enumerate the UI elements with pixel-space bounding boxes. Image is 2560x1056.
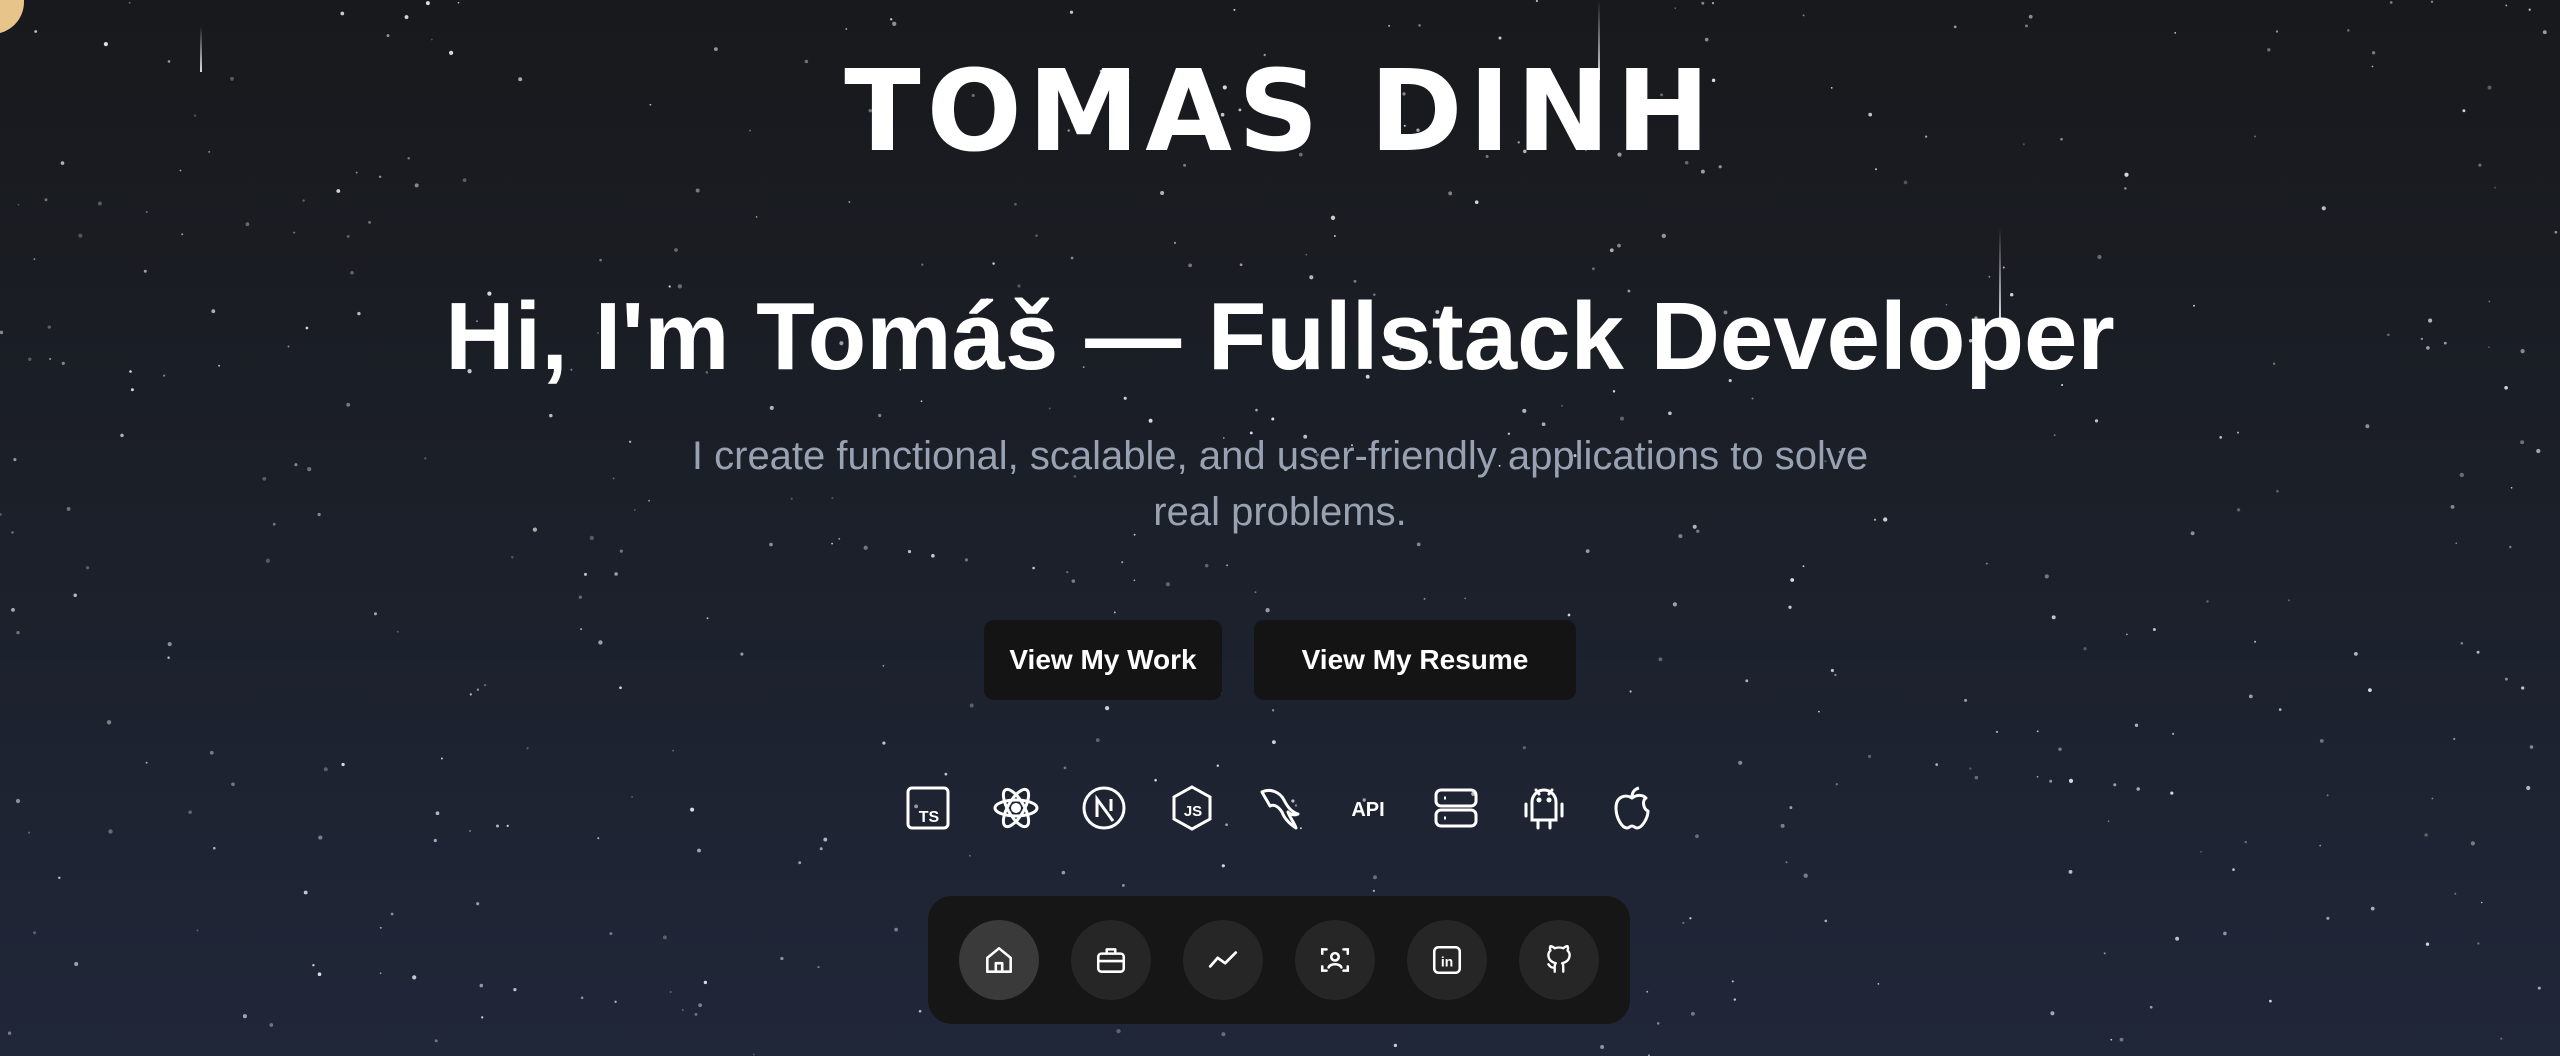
linkedin-button[interactable]: in [1407,920,1487,1000]
svg-text:TS: TS [919,809,940,826]
chart-line-icon [1208,951,1238,968]
mysql-icon [1256,778,1304,838]
tech-stack: TS JS API [0,778,2560,838]
android-icon [1520,778,1568,838]
svg-text:JS: JS [1184,803,1202,820]
svg-text:in: in [1441,953,1453,969]
linkedin-icon: in [1432,945,1462,975]
typescript-icon: TS [904,778,952,838]
briefcase-icon [1096,948,1126,973]
home-icon [986,947,1012,973]
github-icon [1547,945,1571,973]
server-icon [1432,778,1480,838]
view-work-button[interactable]: View My Work [984,620,1222,700]
work-button[interactable] [1071,920,1151,1000]
face-scan-icon [1320,948,1350,972]
home-button[interactable] [959,920,1039,1000]
page-title: Hi, I'm Tomáš — Fullstack Developer [445,283,2115,390]
react-icon [992,778,1040,838]
about-button[interactable] [1295,920,1375,1000]
api-icon: API [1344,778,1392,838]
nodejs-icon: JS [1168,778,1216,838]
site-logo[interactable]: TOMAS DINH [0,52,2560,172]
stats-button[interactable] [1183,920,1263,1000]
github-button[interactable] [1519,920,1599,1000]
logo-text: TOMAS DINH [844,47,1716,177]
svg-text:API: API [1351,799,1384,821]
view-resume-button[interactable]: View My Resume [1254,620,1576,700]
cta-group: View My Work View My Resume [0,620,2560,700]
apple-icon [1608,778,1656,838]
nextjs-icon [1080,778,1128,838]
hero-subtitle: I create functional, scalable, and user-… [691,434,1869,534]
bottom-dock-nav: in [928,896,1630,1024]
